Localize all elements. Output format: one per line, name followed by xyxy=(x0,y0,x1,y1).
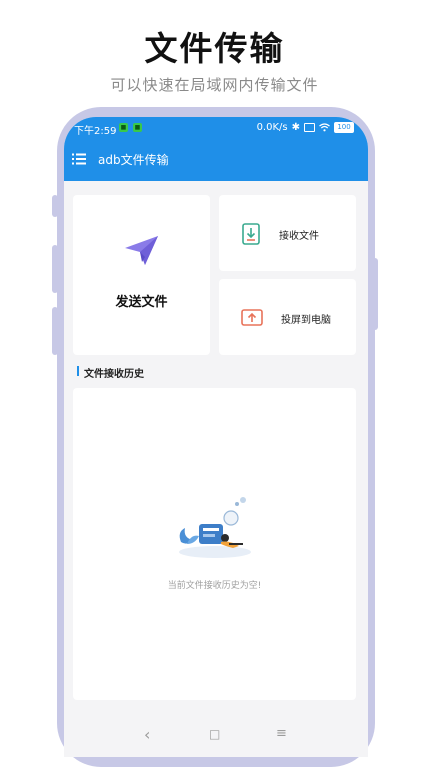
network-speed: 0.0K/s xyxy=(256,122,288,133)
recent-apps-icon[interactable]: ≡ xyxy=(276,726,287,741)
wifi-icon xyxy=(319,123,330,132)
system-nav-bar: ‹ □ ≡ xyxy=(64,717,368,757)
cast-to-pc-label: 投屏到电脑 xyxy=(281,315,331,326)
back-icon[interactable]: ‹ xyxy=(144,725,150,744)
receive-file-label: 接收文件 xyxy=(279,231,319,242)
download-file-icon xyxy=(242,223,260,245)
phone-side-button xyxy=(52,307,58,355)
status-bar: 下午2:59 ■ ■ 0.0K/s ✱ 100 xyxy=(64,117,368,139)
phone-screen: 下午2:59 ■ ■ 0.0K/s ✱ 100 adb文件传输 发送文件 接收文… xyxy=(64,117,368,757)
upload-screen-icon xyxy=(241,309,263,326)
phone-volume-down-button xyxy=(52,245,58,293)
notification-icon: ■ xyxy=(133,123,142,132)
history-list: 当前文件接收历史为空! xyxy=(73,388,356,700)
cast-to-pc-card[interactable]: 投屏到电脑 xyxy=(219,279,356,355)
phone-volume-up-button xyxy=(52,195,58,217)
section-indicator xyxy=(77,366,79,376)
history-section-title: 文件接收历史 xyxy=(84,369,144,380)
home-icon[interactable]: □ xyxy=(209,727,220,741)
send-file-label: 发送文件 xyxy=(115,295,168,310)
phone-power-button xyxy=(372,258,378,330)
send-file-card[interactable]: 发送文件 xyxy=(73,195,210,355)
promo-title: 文件传输 xyxy=(144,29,285,68)
empty-state-illustration xyxy=(179,497,251,558)
status-time: 下午2:59 xyxy=(74,126,117,137)
battery-icon: 100 xyxy=(334,122,354,133)
status-indicators: 0.0K/s ✱ 100 xyxy=(257,122,354,133)
bluetooth-icon: ✱ xyxy=(291,122,300,133)
app-title: adb文件传输 xyxy=(98,153,169,167)
app-bar: adb文件传输 xyxy=(64,139,368,181)
paper-plane-icon xyxy=(125,236,158,265)
receive-file-card[interactable]: 接收文件 xyxy=(219,195,356,271)
menu-icon[interactable] xyxy=(72,153,86,165)
empty-history-text: 当前文件接收历史为空! xyxy=(167,581,262,591)
promo-subtitle: 可以快速在局域网内传输文件 xyxy=(110,76,319,94)
sim-icon xyxy=(304,123,315,132)
notification-icon: ■ xyxy=(119,123,128,132)
